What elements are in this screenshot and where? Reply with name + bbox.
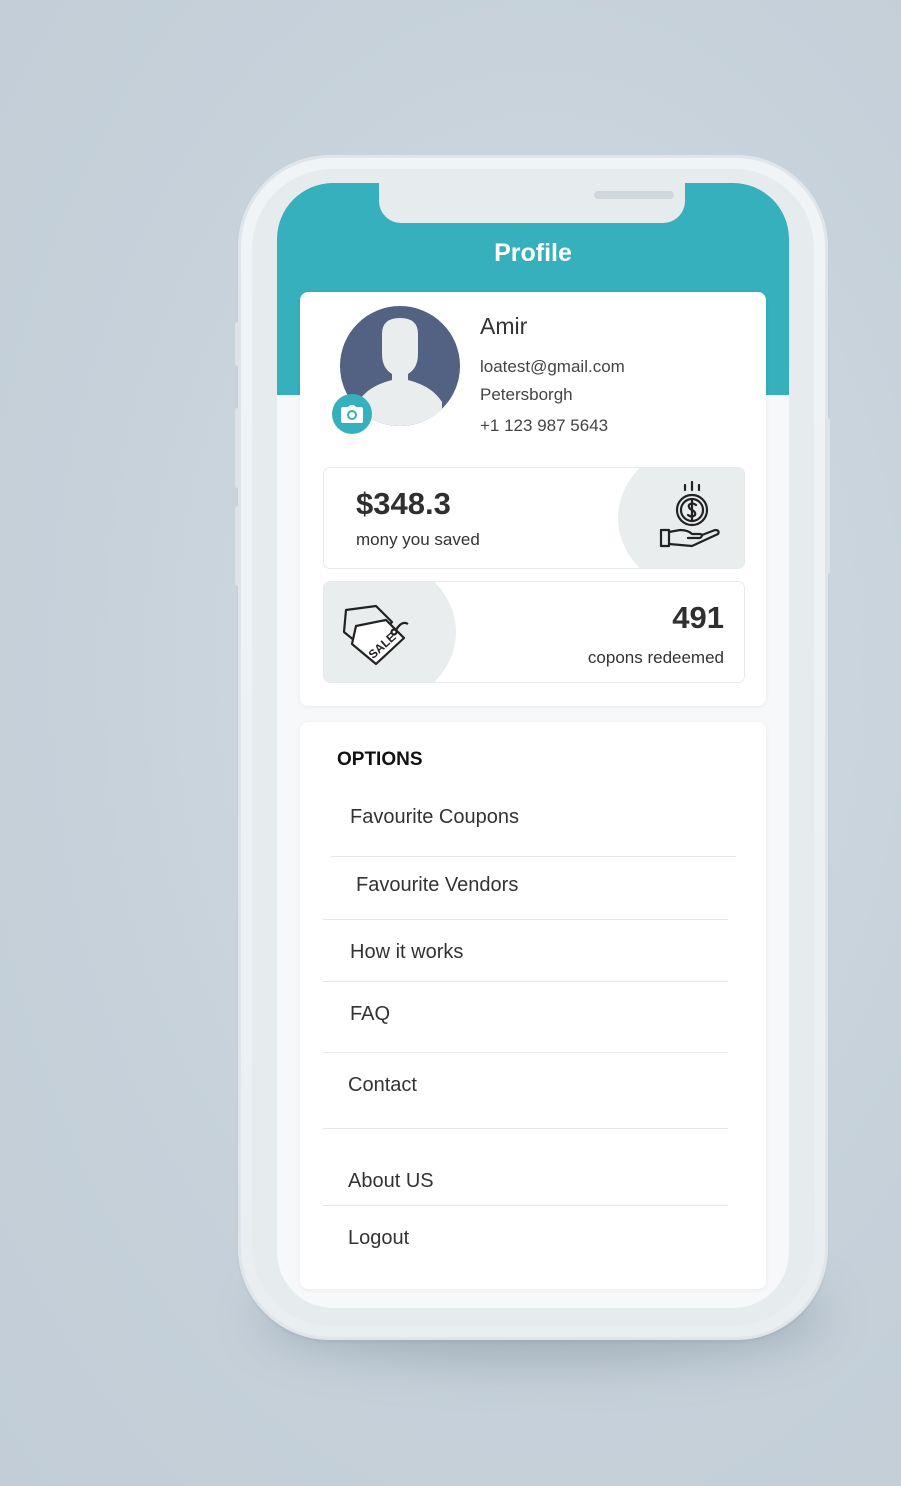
menu-item-logout[interactable]: Logout [300, 1227, 789, 1250]
camera-icon [341, 405, 363, 423]
coupons-redeemed-value: 491 [672, 600, 724, 635]
divider [331, 856, 736, 857]
coupons-redeemed-label: copons redeemed [587, 648, 724, 667]
page-title: Profile [494, 239, 572, 267]
phone-notch [379, 183, 685, 223]
user-email: loatest@gmail.com [480, 357, 625, 376]
change-photo-button[interactable] [332, 394, 372, 434]
divider [323, 1205, 728, 1206]
divider [323, 1052, 728, 1053]
options-heading: OPTIONS [337, 749, 423, 770]
phone-screen: Profile Amir loatest@gmail.com Petersbor… [277, 183, 789, 1308]
profile-card: Amir loatest@gmail.com Petersborgh +1 12… [300, 292, 766, 706]
menu-item-about-us[interactable]: About US [300, 1170, 789, 1193]
phone-power-button [825, 418, 830, 574]
phone-volume-down-button [235, 506, 240, 586]
money-saved-value: $348.3 [356, 486, 451, 521]
divider [323, 919, 728, 920]
menu-item-faq[interactable]: FAQ [300, 1003, 789, 1026]
coupons-redeemed-card[interactable]: SALE 491 copons redeemed [323, 581, 745, 683]
speaker-grille [594, 191, 674, 199]
menu-item-favourite-coupons[interactable]: Favourite Coupons [300, 806, 789, 829]
money-hand-icon [658, 480, 722, 554]
user-name: Amir [480, 313, 528, 339]
sale-tag-icon: SALE [342, 602, 412, 672]
money-saved-card[interactable]: $348.3 mony you saved [323, 467, 745, 569]
money-saved-label: mony you saved [356, 530, 480, 549]
user-phone: +1 123 987 5643 [480, 416, 609, 435]
menu-item-contact[interactable]: Contact [300, 1074, 789, 1097]
phone-volume-up-button [235, 408, 240, 488]
options-card: OPTIONS Favourite Coupons Favourite Vend… [300, 722, 766, 1289]
phone-mute-button [235, 322, 240, 366]
divider [323, 981, 728, 982]
menu-item-favourite-vendors[interactable]: Favourite Vendors [300, 874, 789, 897]
divider [323, 1128, 728, 1129]
user-city: Petersborgh [480, 385, 573, 404]
menu-item-how-it-works[interactable]: How it works [300, 941, 789, 964]
